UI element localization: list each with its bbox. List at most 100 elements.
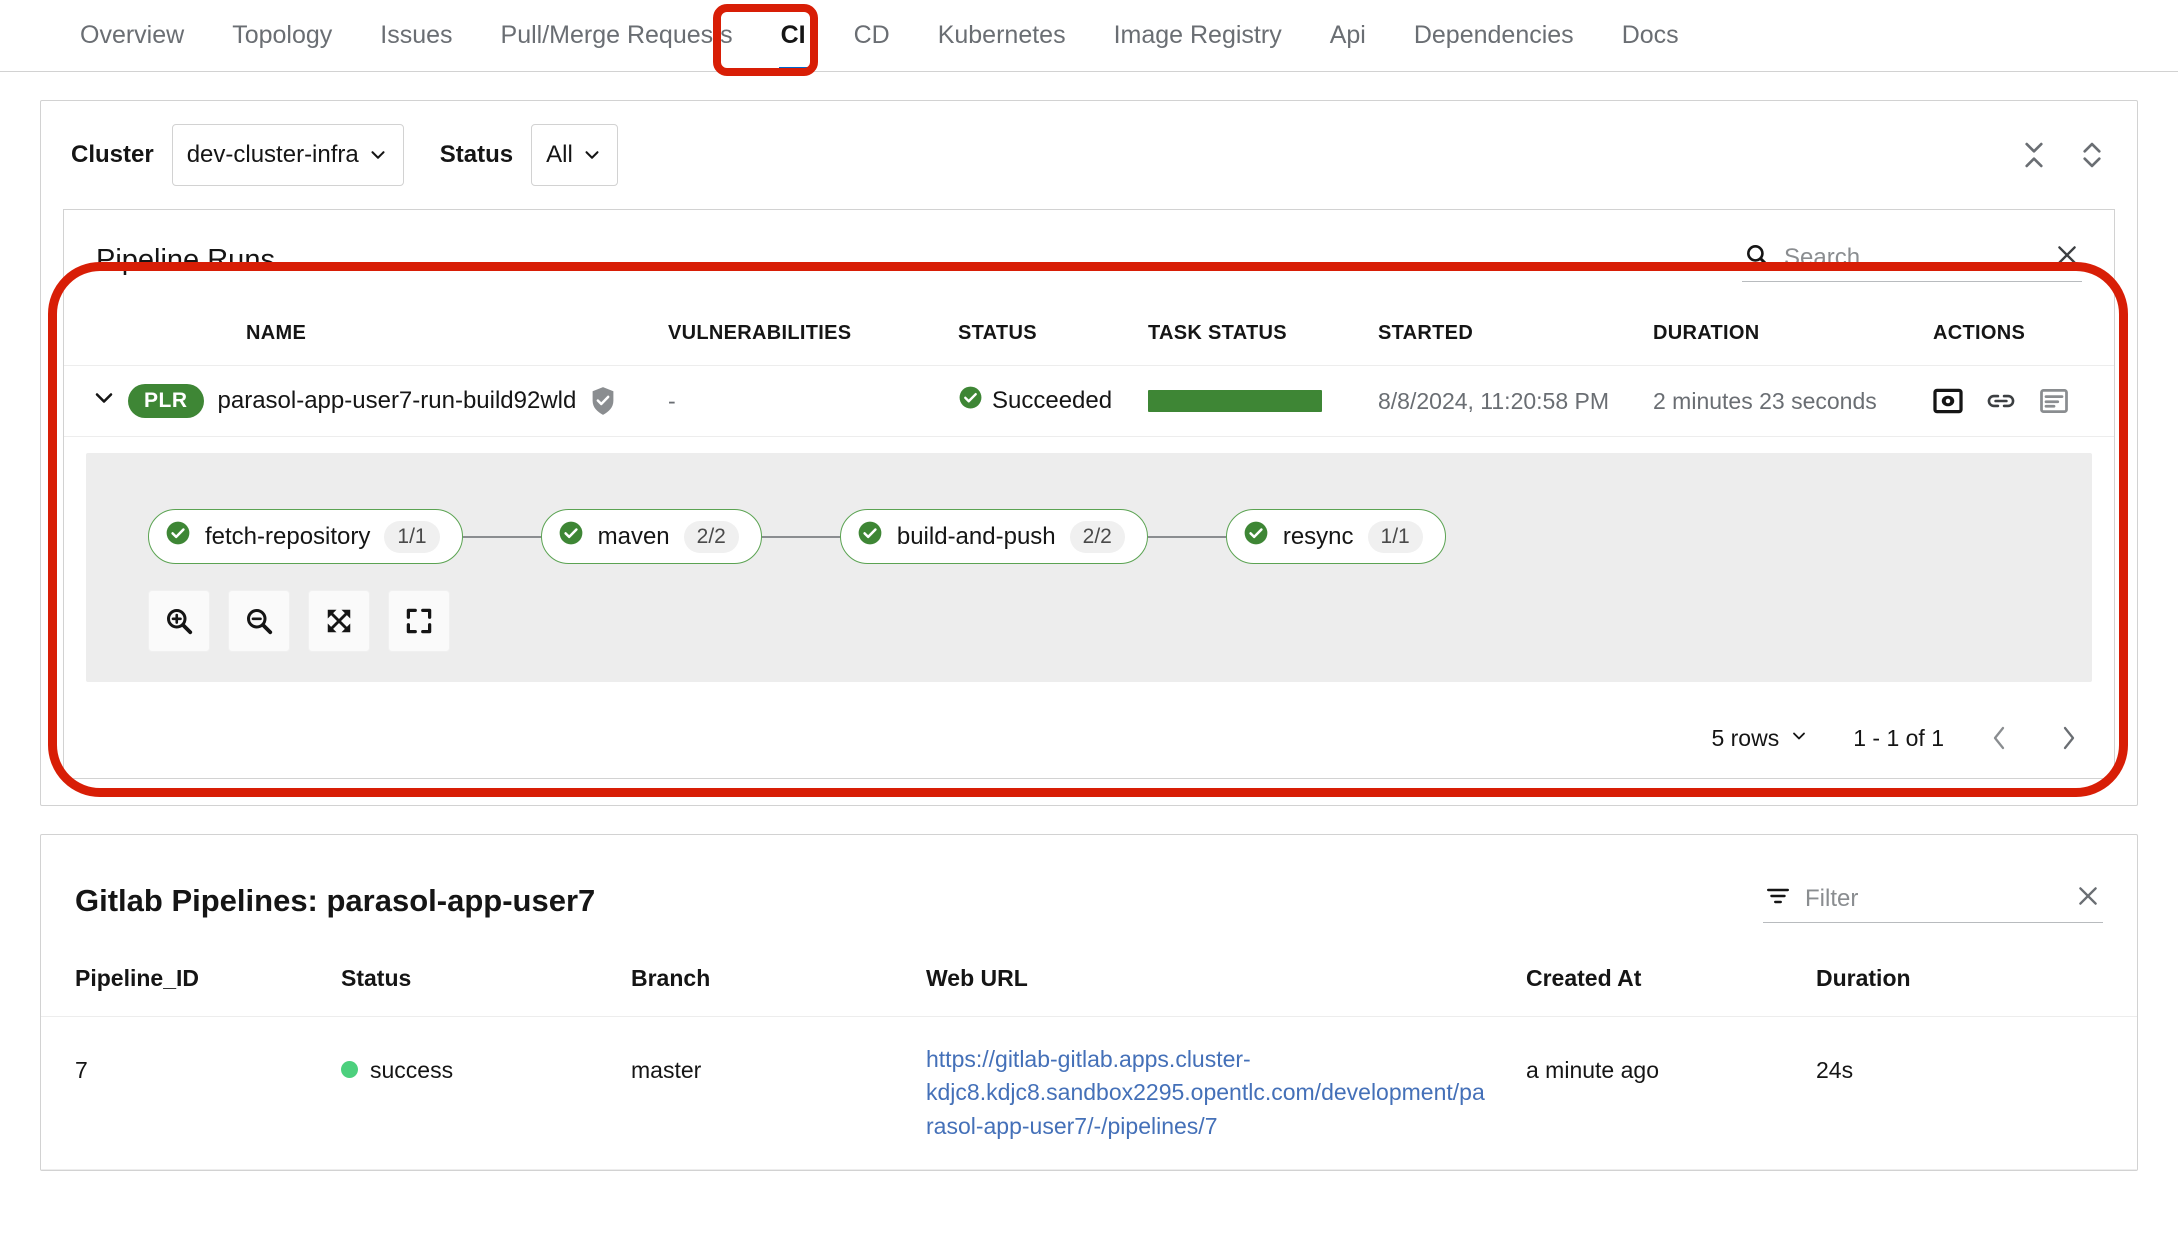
task-node-maven[interactable]: maven 2/2 — [541, 509, 762, 564]
column-started: STARTED — [1378, 308, 1653, 366]
cell-task-status — [1148, 366, 1378, 437]
tab-label: Issues — [380, 21, 452, 50]
cell-pipeline-id: 7 — [41, 1017, 341, 1170]
next-page-icon[interactable] — [2056, 724, 2080, 752]
tab-label: Topology — [232, 21, 332, 50]
tab-docs[interactable]: Docs — [1598, 0, 1703, 71]
tab-api[interactable]: Api — [1306, 0, 1390, 71]
column-actions: ACTIONS — [1933, 308, 2114, 366]
cell-duration: 2 minutes 23 seconds — [1653, 366, 1933, 437]
cell-web-url: https://gitlab-gitlab.apps.cluster-kdjc8… — [926, 1017, 1526, 1170]
gitlab-pipelines-table: Pipeline_ID Status Branch Web URL Create… — [41, 953, 2137, 1170]
table-header-row: Pipeline_ID Status Branch Web URL Create… — [41, 953, 2137, 1017]
success-dot-icon — [341, 1061, 358, 1078]
status-label: Status — [440, 141, 513, 169]
tab-ci[interactable]: CI — [757, 0, 830, 71]
status-text: success — [370, 1057, 453, 1083]
task-node-resync[interactable]: resync 1/1 — [1226, 509, 1446, 564]
pipeline-runs-title: Pipeline Runs — [96, 244, 275, 277]
clear-search-icon[interactable] — [2054, 242, 2080, 273]
pipeline-task-graph: fetch-repository 1/1 maven 2/2 — [86, 453, 2092, 682]
clear-filter-icon[interactable] — [2075, 883, 2101, 914]
table-row[interactable]: PLR parasol-app-user7-run-build92wld - — [64, 366, 2114, 437]
search-input[interactable]: Search — [1784, 244, 2040, 272]
gitlab-pipelines-header: Gitlab Pipelines: parasol-app-user7 Filt… — [41, 835, 2137, 953]
status-text: Succeeded — [992, 387, 1112, 415]
gitlab-pipelines-title: Gitlab Pipelines: parasol-app-user7 — [75, 883, 595, 919]
zoom-in-icon[interactable] — [148, 590, 210, 652]
tab-topology[interactable]: Topology — [208, 0, 356, 71]
plr-badge: PLR — [128, 384, 204, 418]
column-status: Status — [341, 953, 631, 1017]
shield-check-icon[interactable] — [590, 386, 616, 416]
fit-to-screen-icon[interactable] — [308, 590, 370, 652]
rows-per-page-value: 5 rows — [1711, 725, 1779, 752]
task-node-label: fetch-repository — [205, 523, 370, 551]
output-icon[interactable] — [2039, 386, 2069, 416]
expand-all-icon[interactable] — [2077, 138, 2107, 172]
task-node-label: maven — [598, 523, 670, 551]
graph-edge — [762, 536, 840, 538]
pipeline-runs-table: NAME VULNERABILITIES STATUS TASK STATUS … — [64, 308, 2114, 437]
pipeline-runs-search[interactable]: Search — [1742, 238, 2082, 282]
pipeline-runs-table-head: NAME VULNERABILITIES STATUS TASK STATUS … — [64, 308, 2114, 366]
cluster-select[interactable]: dev-cluster-infra — [172, 124, 404, 186]
cell-started: 8/8/2024, 11:20:58 PM — [1378, 366, 1653, 437]
tab-image-registry[interactable]: Image Registry — [1090, 0, 1306, 71]
pipeline-url-link[interactable]: https://gitlab-gitlab.apps.cluster-kdjc8… — [926, 1043, 1486, 1143]
tab-pull-merge-requests[interactable]: Pull/Merge Requests — [477, 0, 757, 71]
expand-icon[interactable] — [388, 590, 450, 652]
task-node-fetch-repository[interactable]: fetch-repository 1/1 — [148, 509, 463, 564]
column-branch: Branch — [631, 953, 926, 1017]
pagination-range: 1 - 1 of 1 — [1853, 725, 1944, 752]
tab-label: Image Registry — [1114, 21, 1282, 50]
tab-label: Docs — [1622, 21, 1679, 50]
success-check-icon — [958, 385, 983, 417]
task-nodes-row: fetch-repository 1/1 maven 2/2 — [120, 491, 2058, 590]
row-expand-toggle[interactable] — [64, 366, 128, 437]
collapse-all-icon[interactable] — [2019, 138, 2049, 172]
tab-cd[interactable]: CD — [830, 0, 914, 71]
cell-branch: master — [631, 1017, 926, 1170]
pipeline-run-name-link[interactable]: parasol-app-user7-run-build92wld — [218, 387, 577, 415]
task-node-count: 1/1 — [1368, 521, 1423, 553]
task-node-count: 2/2 — [684, 521, 739, 553]
column-duration: DURATION — [1653, 308, 1933, 366]
success-check-icon — [558, 520, 584, 553]
zoom-out-icon[interactable] — [228, 590, 290, 652]
column-duration: Duration — [1816, 953, 2137, 1017]
graph-zoom-controls — [120, 590, 2058, 652]
status-select[interactable]: All — [531, 124, 618, 186]
ci-panel: Cluster dev-cluster-infra Status All — [40, 100, 2138, 806]
chevron-down-icon — [90, 391, 118, 417]
tab-label: CD — [854, 21, 890, 50]
gitlab-filter-input[interactable]: Filter — [1763, 879, 2103, 923]
column-web-url: Web URL — [926, 953, 1526, 1017]
tab-dependencies[interactable]: Dependencies — [1390, 0, 1598, 71]
cluster-label: Cluster — [71, 141, 154, 169]
pipeline-runs-table-body: PLR parasol-app-user7-run-build92wld - — [64, 366, 2114, 437]
link-icon[interactable] — [1985, 386, 2017, 416]
task-status-bar — [1148, 390, 1322, 412]
tab-overview[interactable]: Overview — [56, 0, 208, 71]
success-check-icon — [1243, 520, 1269, 553]
previous-page-icon[interactable] — [1988, 724, 2012, 752]
task-node-count: 1/1 — [384, 521, 439, 553]
view-logs-icon[interactable] — [1933, 386, 1963, 416]
cell-status: success — [341, 1017, 631, 1170]
tab-label: Pull/Merge Requests — [501, 21, 733, 50]
task-node-count: 2/2 — [1070, 521, 1125, 553]
filter-toolbar: Cluster dev-cluster-infra Status All — [41, 101, 2137, 209]
filter-input-text[interactable]: Filter — [1805, 885, 2061, 913]
main-tab-nav: Overview Topology Issues Pull/Merge Requ… — [0, 0, 2178, 72]
tab-label: Overview — [80, 21, 184, 50]
success-check-icon — [165, 520, 191, 553]
rows-per-page-select[interactable]: 5 rows — [1711, 725, 1809, 752]
table-header-row: NAME VULNERABILITIES STATUS TASK STATUS … — [64, 308, 2114, 366]
task-node-build-and-push[interactable]: build-and-push 2/2 — [840, 509, 1148, 564]
cell-status: Succeeded — [958, 366, 1148, 437]
column-vulnerabilities: VULNERABILITIES — [668, 308, 958, 366]
tab-kubernetes[interactable]: Kubernetes — [914, 0, 1090, 71]
tab-issues[interactable]: Issues — [356, 0, 476, 71]
column-created-at: Created At — [1526, 953, 1816, 1017]
